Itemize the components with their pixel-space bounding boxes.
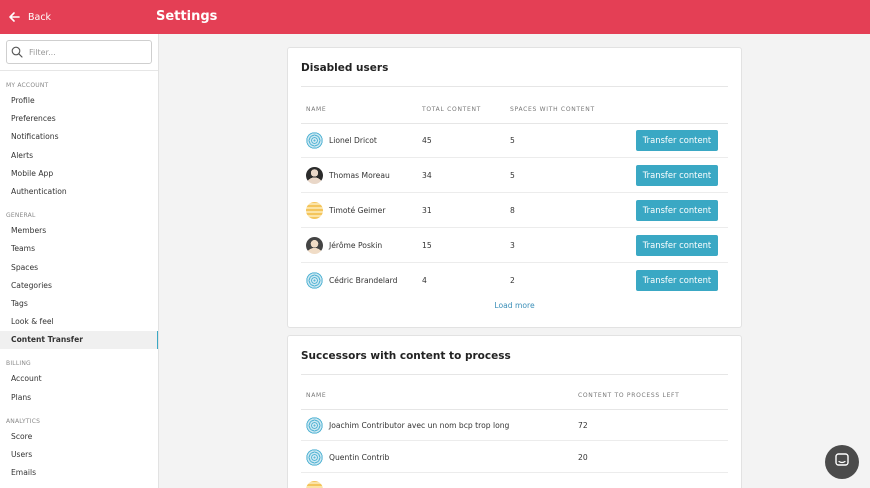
sidebar-item-users[interactable]: Users bbox=[0, 446, 158, 464]
card-title: Successors with content to process bbox=[301, 350, 511, 362]
column-header-spaces-with-content: SPACES WITH CONTENT bbox=[510, 106, 595, 113]
total-content: 34 bbox=[422, 171, 432, 180]
filter-wrap bbox=[0, 34, 158, 71]
section-title: BILLING bbox=[6, 360, 31, 368]
table-row: Joachim Contributor avec un nom bcp trop… bbox=[301, 409, 728, 441]
sidebar-section-billing: BILLING Account Plans bbox=[0, 358, 158, 406]
total-content: 45 bbox=[422, 136, 432, 145]
disabled-users-card: Disabled users NAME TOTAL CONTENT SPACES… bbox=[287, 47, 742, 328]
total-content: 31 bbox=[422, 206, 432, 215]
sidebar-item-members[interactable]: Members bbox=[0, 222, 158, 240]
avatar bbox=[306, 167, 323, 184]
sidebar-item-content-transfer[interactable]: Content Transfer bbox=[0, 331, 158, 350]
transfer-content-button[interactable]: Transfer content bbox=[636, 200, 718, 221]
sidebar-item-profile[interactable]: Profile bbox=[0, 92, 158, 110]
avatar bbox=[306, 417, 323, 434]
content-to-process-left: 20 bbox=[578, 453, 588, 462]
column-header-content-to-process-left: CONTENT TO PROCESS LEFT bbox=[578, 392, 680, 399]
sidebar-item-look-and-feel[interactable]: Look & feel bbox=[0, 313, 158, 331]
transfer-content-button[interactable]: Transfer content bbox=[636, 270, 718, 291]
user-name: Cédric Brandelard bbox=[329, 276, 398, 285]
sidebar-item-score[interactable]: Score bbox=[0, 428, 158, 446]
spaces-with-content: 8 bbox=[510, 206, 515, 215]
spaces-with-content: 5 bbox=[510, 171, 515, 180]
avatar bbox=[306, 132, 323, 149]
back-button[interactable]: Back bbox=[8, 0, 51, 34]
sidebar-section-my-account: MY ACCOUNT Profile Preferences Notificat… bbox=[0, 80, 158, 201]
transfer-content-button[interactable]: Transfer content bbox=[636, 235, 718, 256]
section-title: ANALYTICS bbox=[6, 417, 41, 425]
column-header-name: NAME bbox=[306, 392, 327, 399]
avatar bbox=[306, 481, 323, 488]
transfer-content-button[interactable]: Transfer content bbox=[636, 130, 718, 151]
chat-launcher-button[interactable] bbox=[825, 445, 859, 479]
sidebar: MY ACCOUNT Profile Preferences Notificat… bbox=[0, 34, 159, 488]
avatar bbox=[306, 202, 323, 219]
filter-input[interactable] bbox=[29, 47, 139, 57]
spaces-with-content: 5 bbox=[510, 136, 515, 145]
chat-icon bbox=[834, 452, 850, 472]
sidebar-item-categories[interactable]: Categories bbox=[0, 277, 158, 295]
user-name: Joachim Contributor avec un nom bcp trop… bbox=[329, 421, 510, 430]
avatar bbox=[306, 272, 323, 289]
search-icon bbox=[11, 43, 23, 62]
sidebar-item-authentication[interactable]: Authentication bbox=[0, 183, 158, 201]
table-row: Lionel Dricot 45 5 Transfer content bbox=[301, 123, 728, 158]
sidebar-item-spaces[interactable]: Spaces bbox=[0, 259, 158, 277]
card-title: Disabled users bbox=[301, 62, 389, 74]
section-title: MY ACCOUNT bbox=[6, 82, 49, 89]
user-name: Timoté Geimer bbox=[329, 206, 386, 215]
sidebar-section-analytics: ANALYTICS Score Users Emails bbox=[0, 416, 158, 483]
table-row: Timoté Geimer 31 8 Transfer content bbox=[301, 193, 728, 228]
sidebar-item-mobile-app[interactable]: Mobile App bbox=[0, 165, 158, 183]
sidebar-item-teams[interactable]: Teams bbox=[0, 240, 158, 258]
sidebar-item-account[interactable]: Account bbox=[0, 370, 158, 388]
table-row bbox=[301, 473, 728, 488]
table-row: Thomas Moreau 34 5 Transfer content bbox=[301, 158, 728, 193]
load-more-link[interactable]: Load more bbox=[288, 301, 741, 310]
avatar bbox=[306, 237, 323, 254]
successors-card: Successors with content to process NAME … bbox=[287, 335, 742, 488]
section-title: GENERAL bbox=[6, 212, 36, 220]
column-header-name: NAME bbox=[306, 106, 327, 113]
page-title: Settings bbox=[156, 9, 218, 24]
table-row: Cédric Brandelard 4 2 Transfer content bbox=[301, 263, 728, 298]
back-label: Back bbox=[28, 11, 52, 23]
divider bbox=[301, 374, 728, 375]
sidebar-item-emails[interactable]: Emails bbox=[0, 464, 158, 482]
divider bbox=[301, 86, 728, 87]
sidebar-item-preferences[interactable]: Preferences bbox=[0, 110, 158, 128]
sidebar-item-notifications[interactable]: Notifications bbox=[0, 128, 158, 146]
table-row: Jérôme Poskin 15 3 Transfer content bbox=[301, 228, 728, 263]
arrow-left-icon bbox=[8, 8, 20, 27]
user-name: Jérôme Poskin bbox=[329, 241, 383, 250]
top-bar: Back Settings bbox=[0, 0, 870, 34]
avatar bbox=[306, 449, 323, 466]
sidebar-item-alerts[interactable]: Alerts bbox=[0, 147, 158, 165]
transfer-content-button[interactable]: Transfer content bbox=[636, 165, 718, 186]
column-header-total-content: TOTAL CONTENT bbox=[422, 106, 482, 113]
table-row: Quentin Contrib 20 bbox=[301, 441, 728, 473]
user-name: Thomas Moreau bbox=[329, 171, 390, 180]
sidebar-section-general: GENERAL Members Teams Spaces Categories … bbox=[0, 210, 158, 350]
sidebar-item-plans[interactable]: Plans bbox=[0, 389, 158, 407]
spaces-with-content: 2 bbox=[510, 276, 515, 285]
spaces-with-content: 3 bbox=[510, 241, 515, 250]
user-name: Lionel Dricot bbox=[329, 136, 377, 145]
content-to-process-left: 72 bbox=[578, 421, 588, 430]
sidebar-item-tags[interactable]: Tags bbox=[0, 295, 158, 313]
total-content: 4 bbox=[422, 276, 427, 285]
total-content: 15 bbox=[422, 241, 432, 250]
user-name: Quentin Contrib bbox=[329, 453, 390, 462]
filter-field[interactable] bbox=[6, 40, 152, 64]
